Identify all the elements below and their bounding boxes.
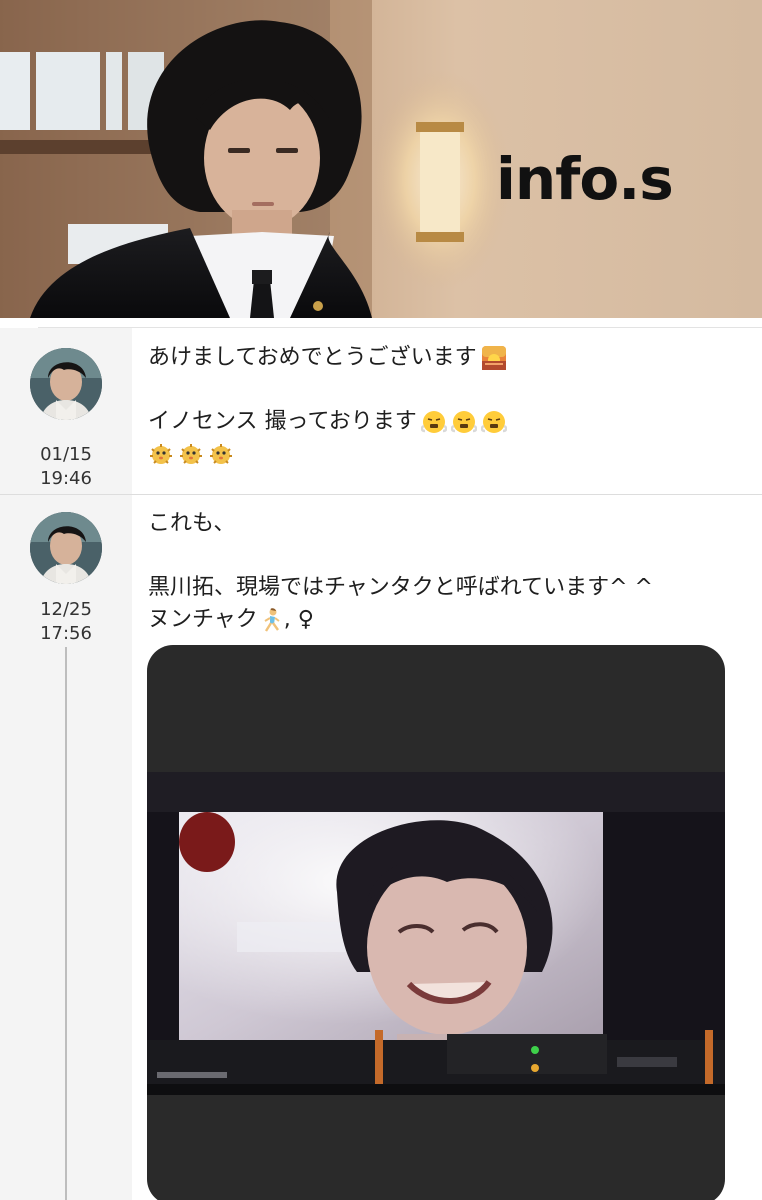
steaming-face-emoji-icon	[420, 411, 447, 433]
header-banner: info.s	[0, 0, 762, 318]
blowfish-emoji-icon	[180, 444, 202, 464]
post-line-text: , ♀	[283, 607, 314, 632]
post-line: あけましておめでとうございます	[148, 342, 507, 374]
steaming-face-emoji-icon	[480, 411, 507, 433]
post-line: 黒川拓、現場ではチャンタクと呼ばれています^ ^	[148, 575, 653, 600]
blowfish-emoji-icon	[150, 444, 172, 464]
avatar[interactable]	[30, 348, 102, 420]
screen: info.s 01/15 19:46 あけましておめでとうございます イノセンス…	[0, 0, 762, 1200]
post-line-spacer	[148, 540, 653, 572]
post-time: 19:46	[40, 468, 92, 489]
post-line: これも、	[148, 511, 236, 536]
thread-line	[65, 647, 67, 1200]
post-body: あけましておめでとうございます イノセンス 撮っております	[148, 342, 507, 470]
profile-avatar-icon	[30, 348, 102, 420]
attached-photo	[147, 772, 725, 1095]
sunrise-emoji-icon	[481, 346, 506, 370]
post-time: 17:56	[40, 623, 92, 644]
post-line	[148, 438, 507, 470]
post-date: 01/15	[40, 444, 92, 465]
post-item[interactable]: 01/15 19:46 あけましておめでとうございます イノセンス 撮っておりま…	[0, 328, 762, 494]
post-line-text: ヌンチャク	[148, 607, 258, 632]
post-body: これも、 黒川拓、現場ではチャンタクと呼ばれています^ ^ ヌンチャク , ♀	[148, 508, 653, 636]
post-line-text: あけましておめでとうございます	[148, 345, 477, 370]
post-feed: 01/15 19:46 あけましておめでとうございます イノセンス 撮っておりま…	[0, 318, 762, 1200]
post-line: ヌンチャク , ♀	[148, 604, 653, 636]
avatar[interactable]	[30, 512, 102, 584]
post-line: イノセンス 撮っております	[148, 406, 507, 438]
blowfish-emoji-icon	[210, 444, 232, 464]
header-title: info.s	[496, 145, 674, 213]
steaming-face-emoji-icon	[450, 411, 477, 433]
post-line-text: イノセンス 撮っております	[148, 409, 417, 434]
woman-running-emoji-icon	[264, 608, 280, 632]
profile-avatar-icon	[30, 512, 102, 584]
media-attachment[interactable]	[147, 645, 725, 1200]
post-date: 12/25	[40, 599, 92, 620]
post-line-spacer	[148, 374, 507, 406]
